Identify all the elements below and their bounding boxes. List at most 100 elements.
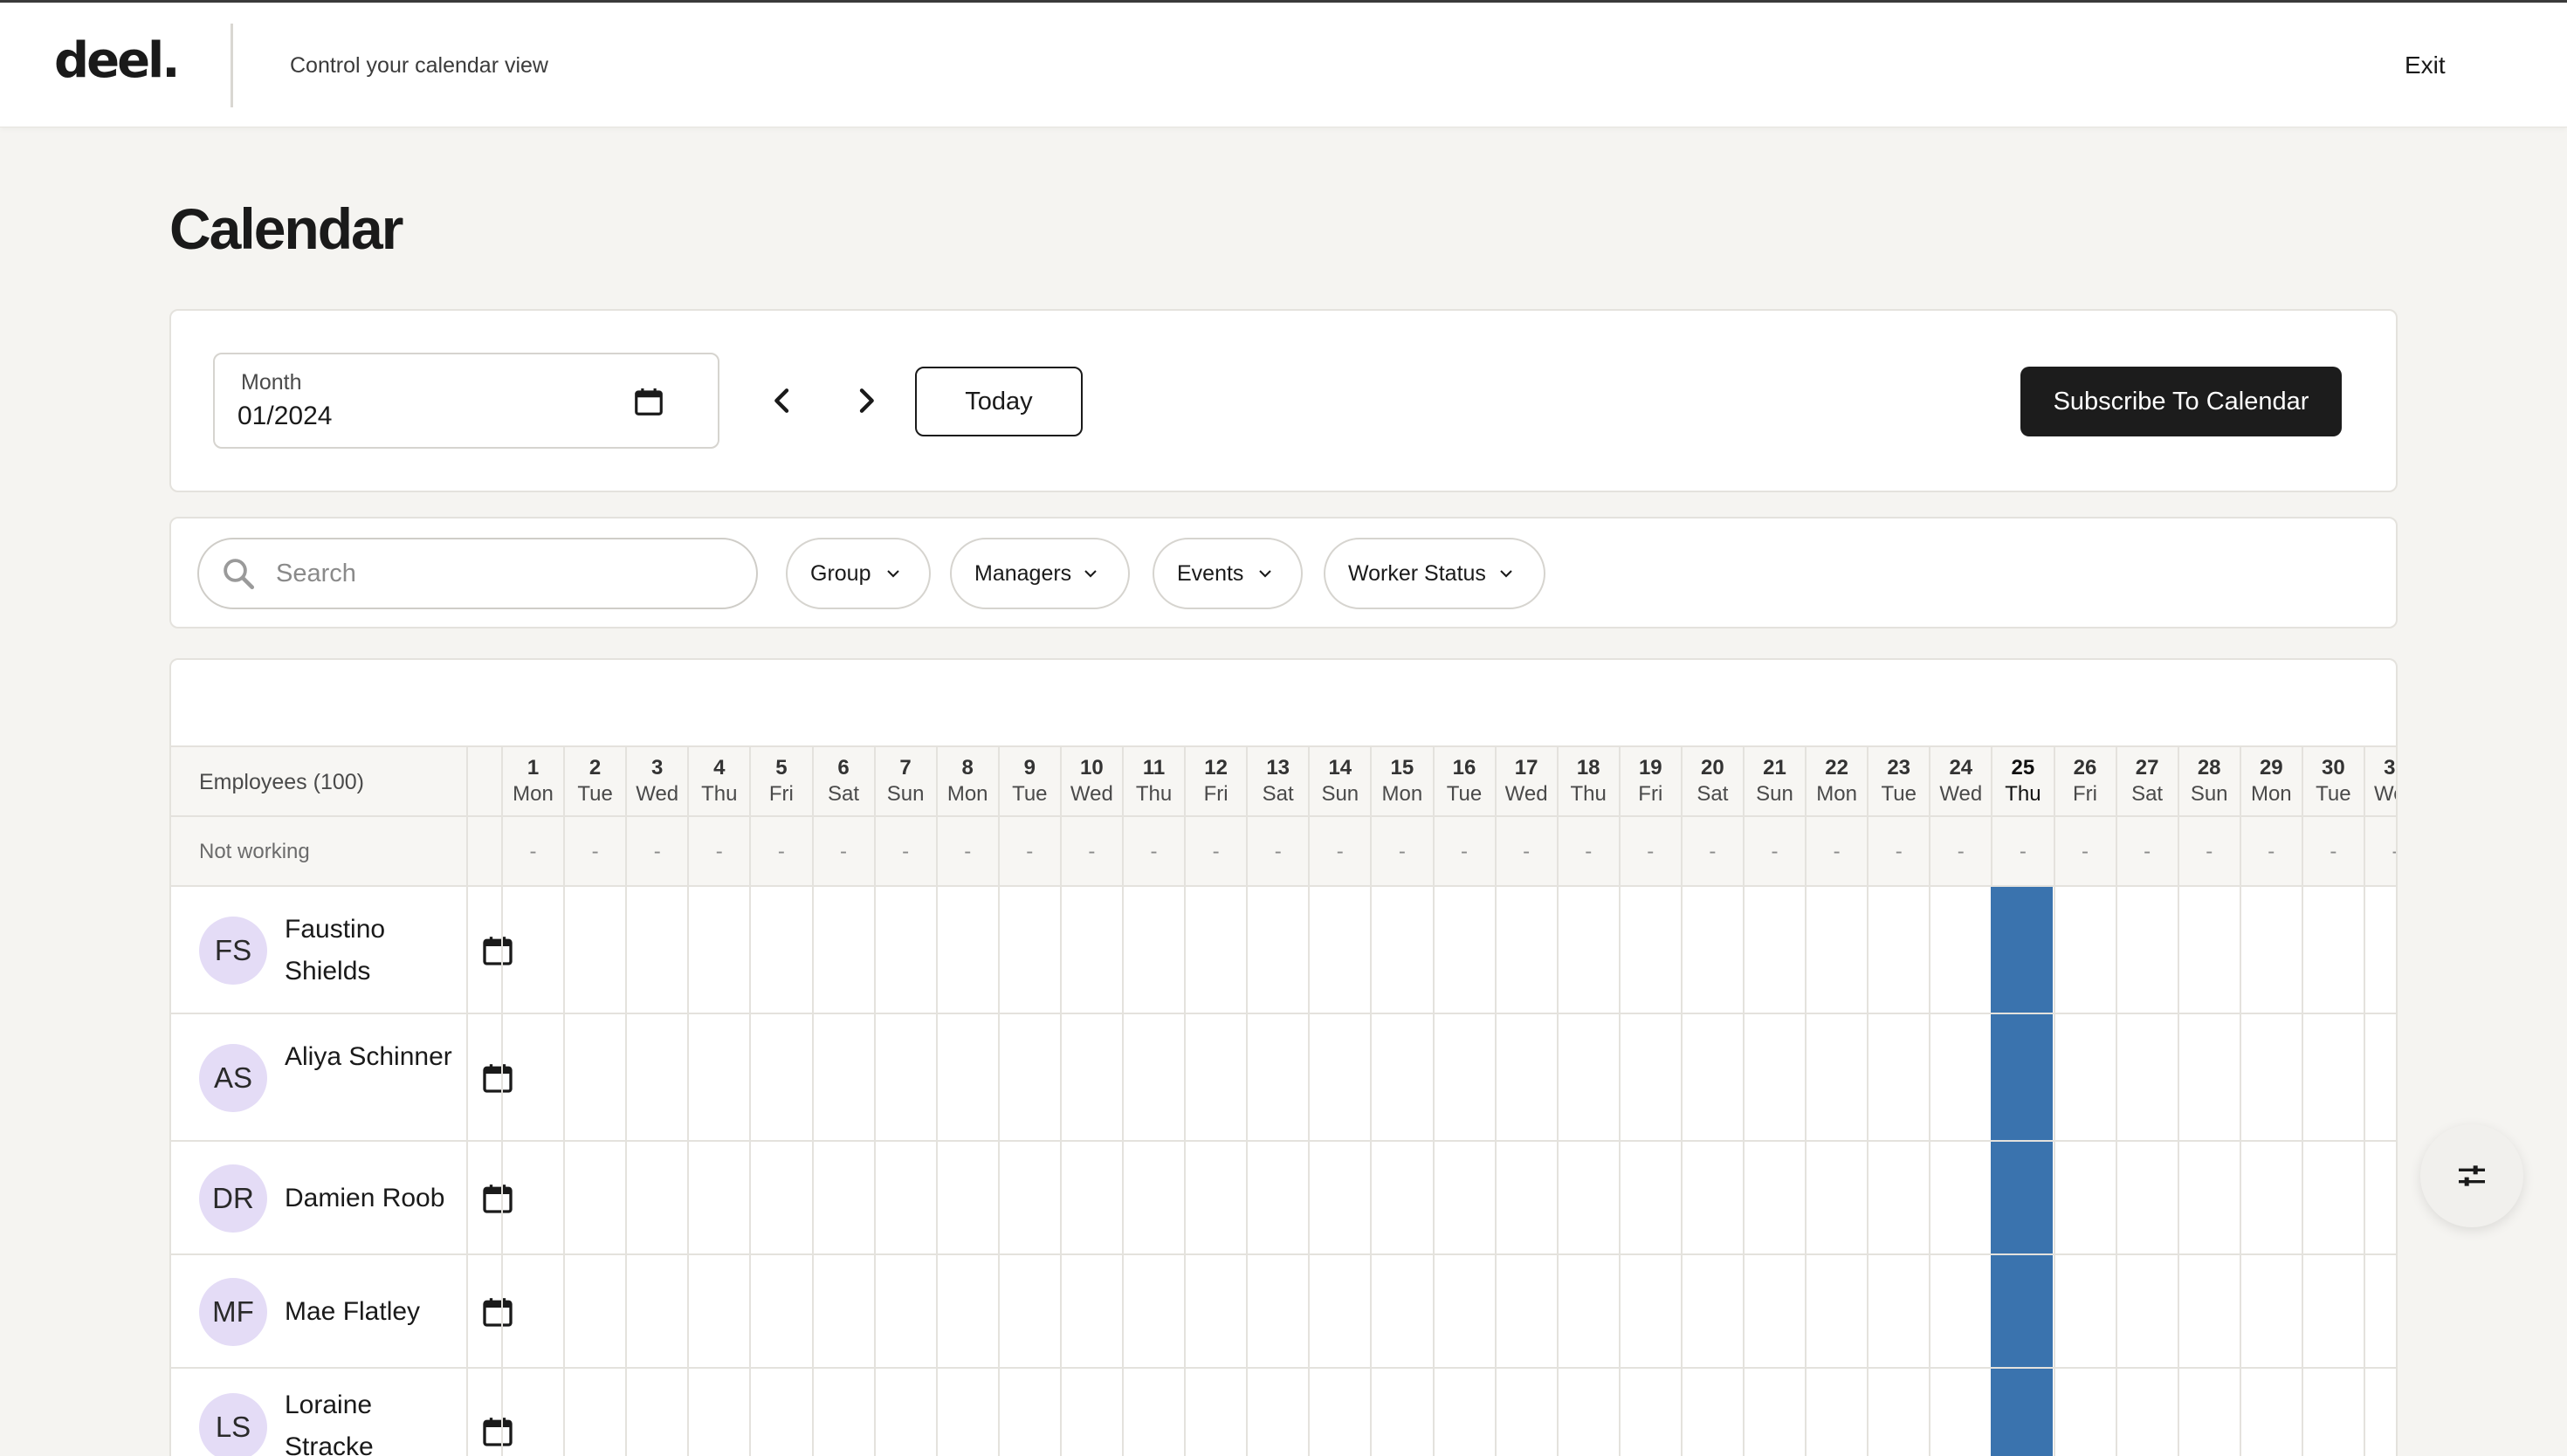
day-cell[interactable] [1494, 1014, 1557, 1140]
day-cell[interactable] [873, 1255, 936, 1367]
day-cell[interactable] [811, 1142, 874, 1253]
day-cell[interactable] [1929, 1255, 1991, 1367]
day-cell[interactable] [563, 1014, 625, 1140]
events-filter-dropdown[interactable]: Events [1153, 538, 1303, 609]
day-cell[interactable] [997, 1014, 1060, 1140]
day-cell[interactable] [1122, 1255, 1184, 1367]
day-cell[interactable] [997, 1369, 1060, 1456]
day-cell[interactable] [2239, 1014, 2302, 1140]
employee-name[interactable]: Faustino Shields [285, 909, 459, 992]
day-cell[interactable] [1680, 1255, 1743, 1367]
day-cell[interactable] [1805, 1142, 1867, 1253]
day-cell[interactable] [687, 1014, 749, 1140]
day-cell[interactable] [1805, 1014, 1867, 1140]
day-cell[interactable] [1929, 1142, 1991, 1253]
month-picker-field[interactable]: Month 01/2024 [213, 353, 719, 449]
day-cell[interactable] [1929, 887, 1991, 1013]
day-cell[interactable] [1246, 1014, 1308, 1140]
day-cell[interactable] [2053, 1369, 2116, 1456]
day-cell[interactable] [811, 1014, 874, 1140]
day-cell[interactable] [1680, 1142, 1743, 1253]
day-cell[interactable] [2301, 1142, 2364, 1253]
day-cell[interactable] [1184, 1142, 1246, 1253]
today-day-cell[interactable] [1991, 887, 2054, 1013]
day-cell[interactable] [1494, 1255, 1557, 1367]
day-cell[interactable] [1618, 1014, 1681, 1140]
day-cell[interactable] [2364, 887, 2396, 1013]
day-cell[interactable] [873, 1369, 936, 1456]
calendar-icon[interactable] [632, 384, 665, 419]
day-cell[interactable] [1184, 887, 1246, 1013]
day-cell[interactable] [1308, 1142, 1370, 1253]
day-cell[interactable] [1618, 887, 1681, 1013]
day-cell[interactable] [1308, 1369, 1370, 1456]
day-cell[interactable] [2364, 1369, 2396, 1456]
managers-filter-dropdown[interactable]: Managers [950, 538, 1130, 609]
day-cell[interactable] [1059, 1369, 1122, 1456]
today-day-cell[interactable] [1991, 1255, 2054, 1367]
day-cell[interactable] [1246, 887, 1308, 1013]
day-cell[interactable] [2364, 1255, 2396, 1367]
day-cell[interactable] [1867, 887, 1929, 1013]
day-cell[interactable] [935, 1255, 998, 1367]
day-cell[interactable] [1867, 1369, 1929, 1456]
day-cell[interactable] [935, 1369, 998, 1456]
day-cell[interactable] [873, 1142, 936, 1253]
day-cell[interactable] [625, 1255, 687, 1367]
day-cell[interactable] [687, 1255, 749, 1367]
day-cell[interactable] [625, 1142, 687, 1253]
day-cell[interactable] [1432, 1014, 1495, 1140]
day-cell[interactable] [1432, 1255, 1495, 1367]
day-cell[interactable] [1370, 1142, 1432, 1253]
day-cell[interactable] [1432, 1369, 1495, 1456]
day-cell[interactable] [1618, 1255, 1681, 1367]
day-cell[interactable] [873, 887, 936, 1013]
day-cell[interactable] [997, 1142, 1060, 1253]
day-cell[interactable] [563, 887, 625, 1013]
day-cell[interactable] [563, 1255, 625, 1367]
search-input[interactable] [276, 553, 730, 594]
day-cell[interactable] [811, 887, 874, 1013]
chevron-right-icon[interactable] [849, 383, 884, 418]
day-cell[interactable] [1122, 1142, 1184, 1253]
day-cell[interactable] [2115, 887, 2178, 1013]
day-cell[interactable] [1432, 887, 1495, 1013]
group-filter-dropdown[interactable]: Group [786, 538, 931, 609]
day-cell[interactable] [1308, 1255, 1370, 1367]
day-cell[interactable] [1680, 1369, 1743, 1456]
employee-name[interactable]: Damien Roob [285, 1178, 459, 1219]
day-cell[interactable] [935, 1014, 998, 1140]
day-cell[interactable] [625, 1014, 687, 1140]
day-cell[interactable] [997, 1255, 1060, 1367]
day-cell[interactable] [501, 1255, 563, 1367]
day-cell[interactable] [1618, 1369, 1681, 1456]
day-cell[interactable] [687, 1142, 749, 1253]
day-cell[interactable] [2364, 1142, 2396, 1253]
today-day-cell[interactable] [1991, 1369, 2054, 1456]
search-box[interactable] [197, 538, 758, 609]
day-cell[interactable] [1680, 887, 1743, 1013]
day-cell[interactable] [1680, 1014, 1743, 1140]
day-cell[interactable] [1618, 1142, 1681, 1253]
day-cell[interactable] [2053, 887, 2116, 1013]
day-cell[interactable] [1805, 1255, 1867, 1367]
day-cell[interactable] [563, 1142, 625, 1253]
day-cell[interactable] [1743, 887, 1805, 1013]
day-cell[interactable] [1122, 1369, 1184, 1456]
deel-logo[interactable]: deel. [54, 32, 181, 89]
day-cell[interactable] [2177, 887, 2240, 1013]
today-day-cell[interactable] [1991, 1142, 2054, 1253]
day-cell[interactable] [1184, 1014, 1246, 1140]
day-cell[interactable] [749, 887, 811, 1013]
day-cell[interactable] [749, 1255, 811, 1367]
day-cell[interactable] [2177, 1255, 2240, 1367]
day-cell[interactable] [935, 1142, 998, 1253]
day-cell[interactable] [2364, 1014, 2396, 1140]
day-cell[interactable] [873, 1014, 936, 1140]
day-cell[interactable] [1494, 887, 1557, 1013]
day-cell[interactable] [563, 1369, 625, 1456]
day-cell[interactable] [749, 1142, 811, 1253]
day-cell[interactable] [501, 1369, 563, 1456]
today-button[interactable]: Today [915, 367, 1083, 436]
day-cell[interactable] [2301, 1255, 2364, 1367]
